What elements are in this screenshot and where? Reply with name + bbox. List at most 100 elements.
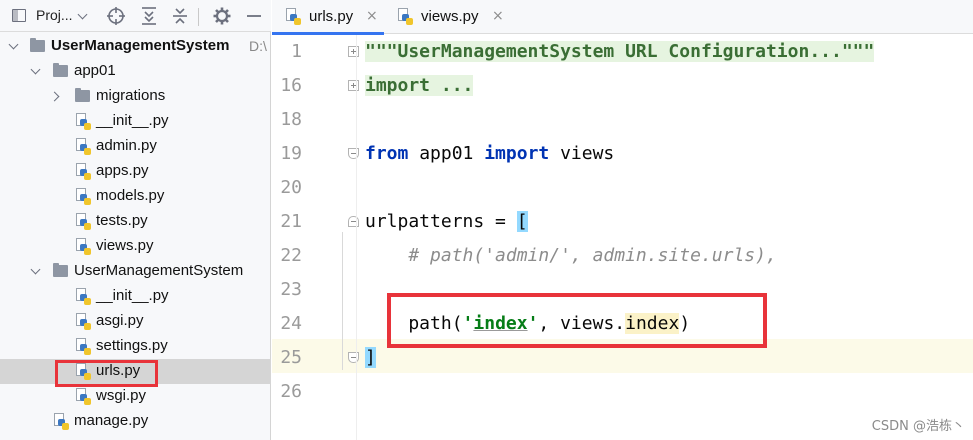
hide-icon[interactable] — [244, 6, 264, 26]
line-number: 19 — [280, 143, 302, 164]
line-number: 25 — [280, 347, 302, 368]
folded-docstring[interactable]: """UserManagementSystem URL Configuratio… — [365, 41, 875, 62]
line-number: 18 — [280, 109, 302, 130]
code-editor[interactable]: 1 16 18 19 20 21 22 23 24 25 26 """UserM… — [272, 35, 973, 440]
chevron-down-icon[interactable] — [8, 39, 19, 50]
editor-tabbar: urls.py × views.py × — [272, 0, 973, 35]
tab-urls[interactable]: urls.py × — [272, 0, 384, 35]
gear-icon[interactable] — [212, 6, 232, 26]
tab-views[interactable]: views.py × — [384, 0, 508, 34]
line-number: 23 — [280, 279, 302, 300]
project-title[interactable]: Proj... — [36, 7, 73, 23]
code-line-1: """UserManagementSystem URL Configuratio… — [365, 41, 875, 62]
line-number: 1 — [291, 41, 302, 62]
collapse-all-icon[interactable] — [170, 6, 190, 26]
tree-item-label: __init__.py — [96, 287, 169, 304]
chevron-right-icon[interactable] — [49, 91, 60, 102]
tab-label: urls.py — [309, 8, 354, 25]
fold-end-icon[interactable] — [348, 148, 359, 159]
close-icon[interactable]: × — [492, 8, 504, 24]
tree-item-label: apps.py — [96, 162, 149, 179]
tree-item-admin[interactable]: admin.py — [0, 134, 271, 159]
code-line-19: from app01 import views — [365, 143, 614, 164]
tree-item-app01-init[interactable]: __init__.py — [0, 109, 271, 134]
target-icon[interactable] — [106, 6, 126, 26]
folder-icon — [30, 38, 45, 52]
indent-guide — [342, 232, 343, 370]
keyword-import: import — [484, 143, 550, 164]
tree-item-apps[interactable]: apps.py — [0, 159, 271, 184]
code-line-22: # path('admin/', admin.site.urls), — [365, 245, 777, 266]
tree-item-settings[interactable]: settings.py — [0, 334, 271, 359]
tree-item-label: migrations — [96, 87, 166, 104]
python-file-icon — [76, 188, 91, 205]
watermark: CSDN @浩栋丶 — [871, 419, 965, 434]
folder-icon — [53, 263, 68, 277]
line-number: 16 — [280, 75, 302, 96]
python-file-icon — [76, 338, 91, 355]
python-file-icon — [76, 163, 91, 180]
folder-icon — [75, 88, 90, 102]
project-panel: Proj... UserManagementSystem D:\ app01 m… — [0, 0, 271, 440]
chevron-down-icon[interactable] — [77, 9, 88, 20]
chevron-down-icon[interactable] — [30, 64, 41, 75]
tree-item-label: wsgi.py — [96, 387, 147, 404]
gutter-divider — [356, 35, 357, 440]
tree-item-label: __init__.py — [96, 112, 169, 129]
tree-item-migrations[interactable]: migrations — [0, 84, 271, 109]
tree-item-ums-package[interactable]: UserManagementSystem — [0, 259, 271, 284]
open-bracket: [ — [516, 211, 528, 232]
code-line-21: urlpatterns = [ — [365, 211, 528, 232]
python-file-icon — [398, 8, 413, 25]
tree-item-label: UserManagementSystem — [74, 262, 244, 279]
tree-item-manage[interactable]: manage.py — [0, 409, 271, 434]
tree-item-views[interactable]: views.py — [0, 234, 271, 259]
expand-all-icon[interactable] — [139, 6, 159, 26]
close-icon[interactable]: × — [366, 8, 378, 24]
python-file-icon — [76, 238, 91, 255]
python-file-icon — [76, 288, 91, 305]
project-icon — [12, 9, 26, 22]
keyword-from: from — [365, 143, 409, 164]
fold-expand-icon[interactable] — [348, 46, 359, 57]
tree-item-label: settings.py — [96, 337, 168, 354]
tree-item-label: app01 — [74, 62, 116, 79]
folded-imports[interactable]: import ... — [365, 75, 474, 96]
tree-item-label: models.py — [96, 187, 165, 204]
toolbar-divider — [198, 8, 199, 26]
python-file-icon — [76, 313, 91, 330]
tree-item-tests[interactable]: tests.py — [0, 209, 271, 234]
urlpatterns-assign: urlpatterns = — [365, 211, 517, 232]
code-line-16: import ... — [365, 75, 474, 96]
editor-gutter: 1 16 18 19 20 21 22 23 24 25 26 — [272, 35, 359, 440]
tree-item-wsgi[interactable]: wsgi.py — [0, 384, 271, 409]
tree-item-label: tests.py — [96, 212, 148, 229]
line-number: 20 — [280, 177, 302, 198]
python-file-icon — [76, 138, 91, 155]
tree-item-label: views.py — [96, 237, 154, 254]
tree-item-app01[interactable]: app01 — [0, 59, 271, 84]
line-number: 26 — [280, 381, 302, 402]
line-number: 21 — [280, 211, 302, 232]
python-file-icon — [76, 388, 91, 405]
fold-end-icon[interactable] — [348, 352, 359, 363]
python-file-icon — [76, 213, 91, 230]
tab-label: views.py — [421, 8, 479, 25]
fold-collapse-icon[interactable] — [348, 216, 359, 227]
line-number: 24 — [280, 313, 302, 334]
chevron-down-icon[interactable] — [30, 264, 41, 275]
tree-item-ums-init[interactable]: __init__.py — [0, 284, 271, 309]
highlight-box-urls-file — [55, 360, 158, 387]
tree-item-root[interactable]: UserManagementSystem D:\ — [0, 34, 271, 59]
tree-item-models[interactable]: models.py — [0, 184, 271, 209]
tree-item-label: manage.py — [74, 412, 149, 429]
tree-item-label: UserManagementSystem — [51, 37, 230, 54]
python-file-icon — [286, 8, 301, 25]
code-line-25: ] — [365, 347, 376, 368]
fold-expand-icon[interactable] — [348, 80, 359, 91]
tree-item-asgi[interactable]: asgi.py — [0, 309, 271, 334]
python-file-icon — [54, 413, 69, 430]
tree-item-path: D:\ — [249, 38, 267, 54]
project-toolbar: Proj... — [0, 0, 271, 32]
line-number: 22 — [280, 245, 302, 266]
